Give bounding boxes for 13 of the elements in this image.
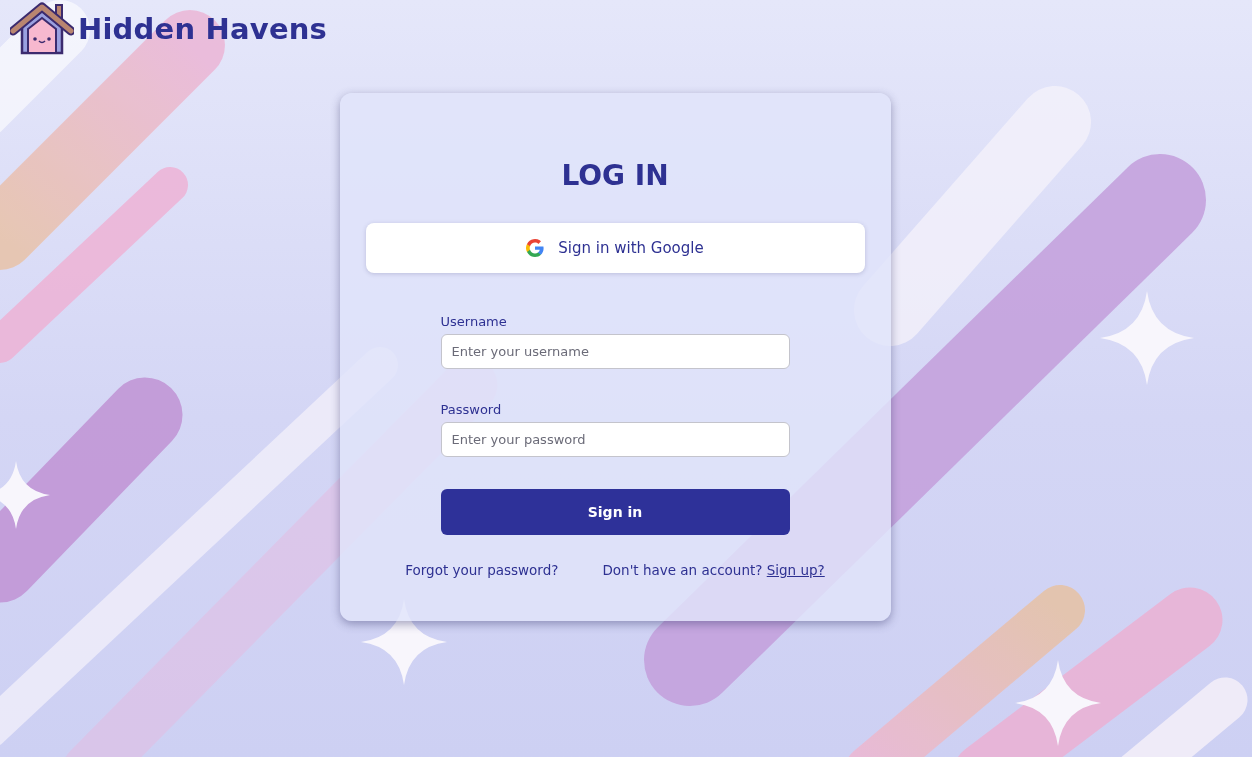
google-sign-in-button[interactable]: Sign in with Google [365,223,865,273]
sign-in-button[interactable]: Sign in [440,489,790,535]
forgot-password-link[interactable]: Forgot your password? [405,562,559,578]
login-title: LOG IN [561,159,669,193]
brand-name: Hidden Havens [78,12,328,46]
house-icon [10,1,74,57]
field-label: Password [440,401,502,419]
input-field[interactable]: Enter your username [440,334,790,369]
signup-prompt: Don't have an account? Sign up? [602,562,825,578]
input-field[interactable]: Enter your password [440,422,790,457]
google-icon [526,239,545,257]
field-label: Username [440,313,507,331]
sign-up-link[interactable]: Sign up? [766,562,825,578]
